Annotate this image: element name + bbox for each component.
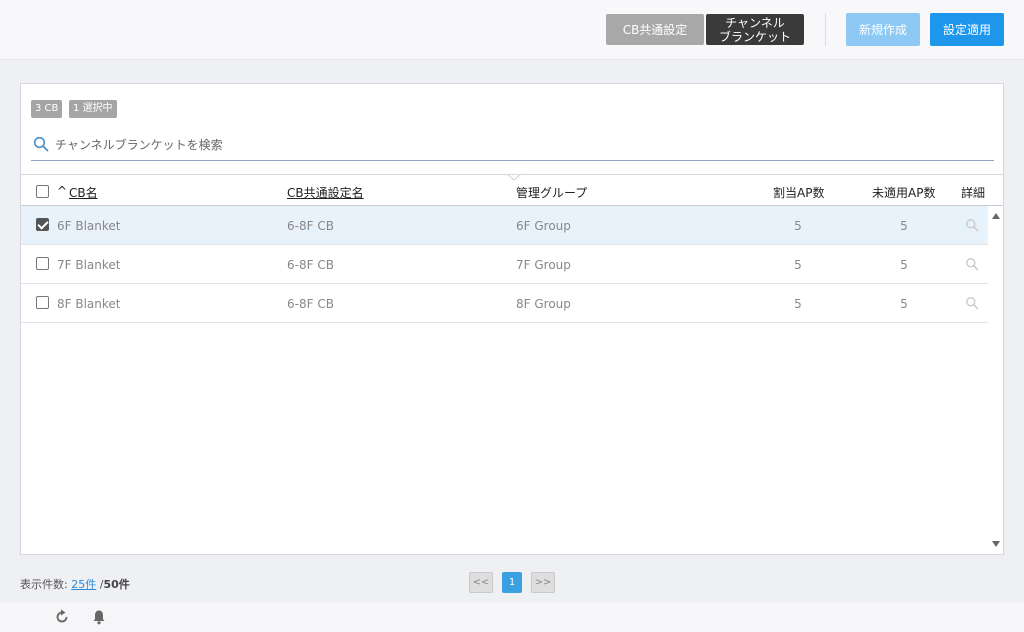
current-page-button[interactable]: 1 [502,572,522,593]
magnifier-icon[interactable] [965,296,979,310]
search-bar [31,132,994,161]
per-page-link[interactable]: 25件 [71,578,96,591]
sort-indicator[interactable]: ^ [57,184,67,198]
row-checkbox[interactable] [36,296,49,309]
cell-group: 8F Group [516,297,571,311]
row-checkbox[interactable] [36,218,49,231]
search-icon [33,136,49,152]
display-count: 表示件数: 25件 /50件 [20,576,130,592]
refresh-icon[interactable] [53,608,71,626]
selected-count-badge: 1 選択中 [69,100,117,118]
header-group: 管理グループ [516,186,588,200]
cell-assigned-ap: 5 [794,258,802,272]
cell-assigned-ap: 5 [794,219,802,233]
cell-group: 7F Group [516,258,571,272]
header-details: 詳細 [961,186,986,200]
table-row[interactable]: 6F Blanket 6-8F CB 6F Group 5 5 [21,206,988,245]
cell-group: 6F Group [516,219,571,233]
search-input[interactable] [55,134,985,156]
cell-unapplied-ap: 5 [900,297,908,311]
cb-count-badge: 3 CB [31,100,63,118]
toolbar-divider [825,13,826,46]
table-row[interactable]: 8F Blanket 6-8F CB 8F Group 5 5 [21,284,988,323]
cell-cb-settings-name: 6-8F CB [287,258,334,272]
bell-icon[interactable] [90,608,108,626]
header-assigned-ap: 割当AP数 [773,186,825,200]
table-row[interactable]: 7F Blanket 6-8F CB 7F Group 5 5 [21,245,988,284]
cell-unapplied-ap: 5 [900,219,908,233]
header-cb-settings-name[interactable]: CB共通設定名 [287,184,364,201]
table-header: ^ CB名 CB共通設定名 管理グループ 割当AP数 未適用AP数 詳細 [21,174,1003,206]
cell-unapplied-ap: 5 [900,258,908,272]
scroll-up-arrow[interactable] [991,212,1001,220]
apply-settings-button[interactable]: 設定適用 [930,13,1004,46]
channel-blanket-button[interactable]: チャンネル ブランケット [706,14,804,45]
cell-cb-name: 6F Blanket [57,219,121,233]
top-toolbar: CB共通設定 チャンネル ブランケット 新規作成 設定適用 [0,0,1024,60]
prev-page-button[interactable]: << [469,572,493,593]
select-all-checkbox[interactable] [36,185,49,198]
table-body: 6F Blanket 6-8F CB 6F Group 5 5 7F Blank… [21,206,988,323]
cell-cb-settings-name: 6-8F CB [287,219,334,233]
magnifier-icon[interactable] [965,218,979,232]
cell-cb-settings-name: 6-8F CB [287,297,334,311]
cell-assigned-ap: 5 [794,297,802,311]
channel-blanket-panel: 3 CB 1 選択中 ^ CB名 CB共通設定名 管理グループ 割当AP数 未適… [20,83,1004,555]
header-unapplied-ap: 未適用AP数 [872,186,936,200]
total-count: 50件 [103,578,130,591]
new-button[interactable]: 新規作成 [846,13,920,46]
cell-cb-name: 7F Blanket [57,258,121,272]
header-cb-name[interactable]: CB名 [69,184,98,201]
row-checkbox[interactable] [36,257,49,270]
bottom-bar [0,602,1024,632]
display-count-label: 表示件数: [20,578,68,591]
magnifier-icon[interactable] [965,257,979,271]
cb-settings-button[interactable]: CB共通設定 [606,14,704,45]
cell-cb-name: 8F Blanket [57,297,121,311]
next-page-button[interactable]: >> [531,572,555,593]
scroll-down-arrow[interactable] [991,540,1001,548]
